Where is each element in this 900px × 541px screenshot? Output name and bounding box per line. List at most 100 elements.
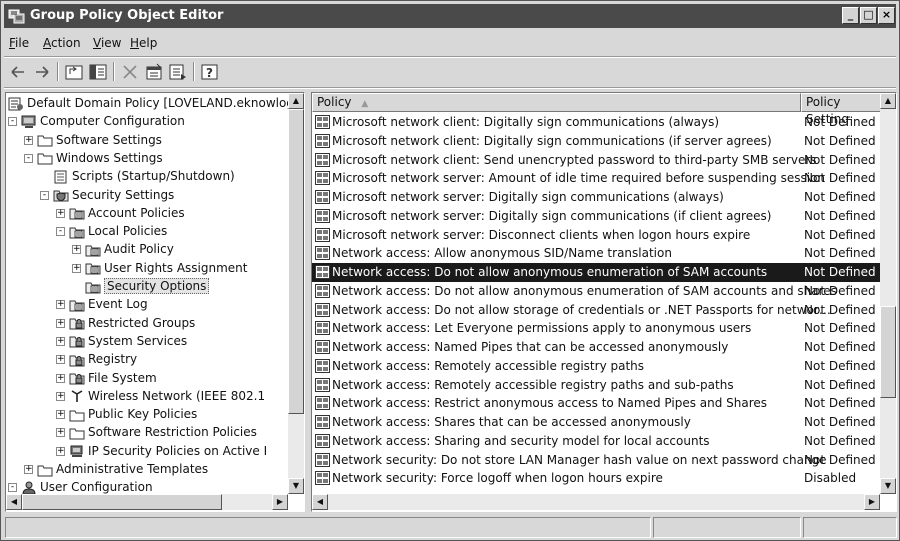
expand-icon[interactable]: + bbox=[56, 391, 65, 401]
tree-item[interactable]: + File System bbox=[56, 369, 157, 387]
folder-icon bbox=[69, 426, 85, 440]
expand-icon[interactable]: + bbox=[24, 465, 33, 474]
scroll-up-button[interactable]: ▲ bbox=[880, 93, 896, 109]
tree-item-label: Restricted Groups bbox=[88, 315, 196, 330]
column-header-policy[interactable]: Policy ▲ bbox=[312, 93, 801, 112]
help-icon[interactable]: ? bbox=[199, 61, 221, 83]
list-scroll-thumb[interactable] bbox=[880, 306, 896, 398]
tree-item[interactable]: + Registry bbox=[56, 350, 137, 368]
expand-icon[interactable]: + bbox=[56, 410, 65, 420]
properties-icon[interactable] bbox=[143, 61, 165, 83]
policy-row[interactable]: Microsoft network client: Digitally sign… bbox=[312, 132, 882, 151]
policy-row[interactable]: Microsoft network server: Disconnect cli… bbox=[312, 226, 882, 245]
tree-item[interactable]: + Administrative Templates bbox=[24, 460, 208, 478]
delete-icon[interactable] bbox=[119, 61, 141, 83]
collapse-icon[interactable]: - bbox=[8, 117, 17, 127]
expand-icon[interactable]: + bbox=[56, 336, 65, 346]
scroll-down-button[interactable]: ▼ bbox=[880, 478, 896, 494]
policy-row[interactable]: Network access: Do not allow storage of … bbox=[312, 301, 882, 320]
policy-row[interactable]: Network access: Remotely accessible regi… bbox=[312, 357, 882, 376]
tree-item[interactable]: + System Services bbox=[56, 332, 187, 350]
expand-icon[interactable]: + bbox=[72, 245, 81, 255]
policy-row[interactable]: Network access: Sharing and security mod… bbox=[312, 432, 882, 451]
collapse-icon[interactable]: - bbox=[8, 483, 17, 493]
tree-item[interactable]: + Audit Policy bbox=[72, 240, 174, 258]
policy-row[interactable]: Network access: Do not allow anonymous e… bbox=[312, 263, 882, 282]
tree-item-label: Security Settings bbox=[72, 187, 175, 202]
back-icon[interactable] bbox=[7, 61, 29, 83]
collapse-icon[interactable]: - bbox=[40, 190, 49, 200]
expand-icon[interactable]: + bbox=[56, 300, 65, 310]
minimize-button[interactable]: _ bbox=[842, 7, 859, 24]
expand-icon[interactable]: + bbox=[56, 428, 65, 438]
policy-row[interactable]: Microsoft network server: Digitally sign… bbox=[312, 207, 882, 226]
scroll-right-button[interactable]: ▶ bbox=[864, 494, 880, 510]
policy-row[interactable]: Network access: Named Pipes that can be … bbox=[312, 338, 882, 357]
policy-row[interactable]: Network access: Shares that can be acces… bbox=[312, 413, 882, 432]
tree-item[interactable]: - Security Settings bbox=[40, 186, 174, 204]
expand-icon[interactable]: + bbox=[24, 135, 33, 145]
show-hide-tree-icon[interactable] bbox=[87, 61, 109, 83]
policy-row[interactable]: Network access: Do not allow anonymous e… bbox=[312, 282, 882, 301]
policy-row[interactable]: Microsoft network server: Digitally sign… bbox=[312, 188, 882, 207]
tree-item[interactable]: + User Rights Assignment bbox=[72, 259, 247, 277]
policy-row[interactable]: Microsoft network client: Send unencrypt… bbox=[312, 151, 882, 170]
expand-icon[interactable]: + bbox=[56, 446, 65, 456]
tree-horizontal-scrollbar[interactable]: ◀ ▶ bbox=[6, 494, 288, 510]
tree-hscroll-thumb[interactable] bbox=[22, 494, 222, 510]
scroll-up-button[interactable]: ▲ bbox=[288, 93, 304, 109]
forward-icon[interactable] bbox=[31, 61, 53, 83]
up-folder-icon[interactable] bbox=[63, 61, 85, 83]
policy-row[interactable]: Network access: Let Everyone permissions… bbox=[312, 319, 882, 338]
policy-row[interactable]: Microsoft network client: Digitally sign… bbox=[312, 113, 882, 132]
title-bar[interactable]: Group Policy Object Editor _ □ × bbox=[4, 4, 896, 28]
policy-row[interactable]: Network security: Do not store LAN Manag… bbox=[312, 451, 882, 470]
tree-item[interactable]: Scripts (Startup/Shutdown) bbox=[40, 167, 235, 185]
list-vertical-scrollbar[interactable]: ▲ ▼ bbox=[880, 93, 896, 494]
policy-setting: Not Defined bbox=[804, 133, 876, 148]
expand-icon[interactable]: + bbox=[56, 355, 65, 365]
expand-icon[interactable]: + bbox=[56, 373, 65, 383]
collapse-icon[interactable]: - bbox=[24, 153, 33, 163]
tree-item[interactable]: + Wireless Network (IEEE 802.1 bbox=[56, 387, 265, 405]
tree-item[interactable]: + Software Settings bbox=[24, 131, 162, 149]
tree-vertical-scrollbar[interactable]: ▲ ▼ bbox=[288, 93, 304, 494]
collapse-icon[interactable]: - bbox=[56, 227, 65, 237]
tree-item[interactable]: - Windows Settings bbox=[24, 149, 163, 167]
maximize-button[interactable]: □ bbox=[860, 7, 877, 24]
tree-item[interactable]: + IP Security Policies on Active I bbox=[56, 442, 267, 460]
policy-row[interactable]: Network security: Force logoff when logo… bbox=[312, 469, 882, 488]
scroll-right-button[interactable]: ▶ bbox=[272, 494, 288, 510]
menu-view[interactable]: View bbox=[93, 36, 121, 50]
policy-row[interactable]: Network access: Restrict anonymous acces… bbox=[312, 394, 882, 413]
scroll-left-button[interactable]: ◀ bbox=[6, 494, 22, 510]
column-header-policy-setting[interactable]: Policy Setting bbox=[801, 93, 882, 126]
menu-help[interactable]: Help bbox=[130, 36, 157, 50]
policy-folder-icon bbox=[69, 298, 85, 312]
tree-item[interactable]: + Software Restriction Policies bbox=[56, 423, 257, 441]
policy-row[interactable]: Network access: Remotely accessible regi… bbox=[312, 376, 882, 395]
tree-item[interactable]: - Computer Configuration bbox=[8, 112, 185, 130]
tree-item[interactable]: Default Domain Policy [LOVELAND.eknowlog… bbox=[8, 94, 304, 112]
scroll-down-button[interactable]: ▼ bbox=[288, 478, 304, 494]
menu-file[interactable]: File bbox=[9, 36, 29, 50]
tree-item[interactable]: + Event Log bbox=[56, 295, 148, 313]
expand-icon[interactable]: + bbox=[56, 318, 65, 328]
scroll-left-button[interactable]: ◀ bbox=[312, 494, 328, 510]
policy-row[interactable]: Microsoft network server: Amount of idle… bbox=[312, 169, 882, 188]
details-pane[interactable]: Policy ▲ Policy Setting Microsoft networ… bbox=[311, 92, 897, 512]
console-tree[interactable]: Default Domain Policy [LOVELAND.eknowlog… bbox=[5, 92, 305, 512]
tree-item[interactable]: - Local Policies bbox=[56, 222, 167, 240]
tree-item[interactable]: + Public Key Policies bbox=[56, 405, 197, 423]
tree-item[interactable]: Security Options bbox=[72, 277, 210, 295]
policy-row[interactable]: Network access: Allow anonymous SID/Name… bbox=[312, 244, 882, 263]
tree-item[interactable]: + Restricted Groups bbox=[56, 314, 195, 332]
tree-scroll-thumb[interactable] bbox=[288, 109, 304, 414]
menu-action[interactable]: Action bbox=[43, 36, 81, 50]
tree-item[interactable]: + Account Policies bbox=[56, 204, 185, 222]
expand-icon[interactable]: + bbox=[72, 263, 81, 273]
list-horizontal-scrollbar[interactable]: ◀ ▶ bbox=[312, 494, 880, 510]
close-button[interactable]: × bbox=[878, 7, 895, 24]
expand-icon[interactable]: + bbox=[56, 208, 65, 218]
export-list-icon[interactable] bbox=[167, 61, 189, 83]
